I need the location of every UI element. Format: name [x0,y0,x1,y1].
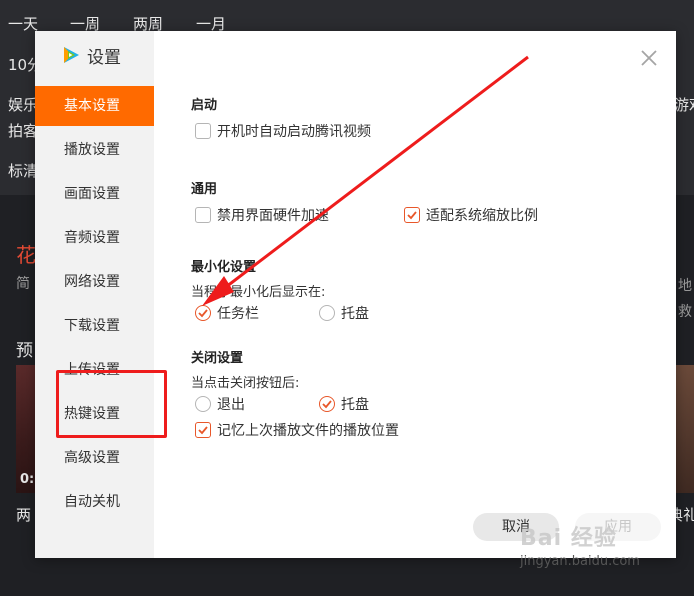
video-thumbnail[interactable] [676,365,694,493]
feature-title[interactable]: 花 [16,239,36,268]
disable-hw-accel-checkbox[interactable]: 禁用界面硬件加速 [195,205,329,225]
checkbox-unchecked-icon [195,207,211,223]
startup-section-title: 启动 [191,98,218,113]
auto-start-checkbox[interactable]: 开机时自动启动腾讯视频 [195,121,371,141]
bg-fragment: 拍客 [8,122,39,140]
fit-scale-label: 适配系统缩放比例 [426,208,538,224]
general-section-title: 通用 [191,182,218,197]
feature-subtitle: 简 [16,276,30,292]
close-section-title: 关闭设置 [191,351,244,366]
minimize-taskbar-radio[interactable]: 任务栏 [195,303,259,323]
apply-button[interactable]: 应用 [575,513,661,541]
nav-download-settings[interactable]: 下载设置 [35,306,154,346]
bg-fragment: 地 [678,278,692,294]
radio-selected-icon [195,305,211,321]
minimize-tray-radio[interactable]: 托盘 [319,303,369,323]
remember-position-label: 记忆上次播放文件的播放位置 [217,423,399,439]
disable-hw-accel-label: 禁用界面硬件加速 [217,208,329,224]
thumb-caption[interactable]: 两 [16,504,31,525]
minimize-taskbar-label: 任务栏 [217,306,259,322]
checkbox-checked-icon [404,207,420,223]
nav-basic-settings[interactable]: 基本设置 [35,86,154,126]
tencent-video-logo-icon [64,47,79,63]
minimize-prompt: 当程序最小化后显示在: [191,285,326,300]
radio-selected-icon [319,396,335,412]
close-tray-label: 托盘 [341,397,369,413]
nav-advanced-settings[interactable]: 高级设置 [35,438,154,478]
dialog-title-text: 设置 [87,47,121,68]
remember-position-checkbox[interactable]: 记忆上次播放文件的播放位置 [195,420,399,440]
radio-unselected-icon [319,305,335,321]
minimize-section-title: 最小化设置 [191,260,257,275]
close-prompt: 当点击关闭按钮后: [191,376,300,391]
bg-fragment: 标清 [8,162,39,180]
auto-start-label: 开机时自动启动腾讯视频 [217,124,371,140]
fit-scale-checkbox[interactable]: 适配系统缩放比例 [404,205,538,225]
radio-unselected-icon [195,396,211,412]
filter-day[interactable]: 一天 [8,13,38,34]
close-tray-radio[interactable]: 托盘 [319,394,369,414]
bg-fragment: 娱乐 [8,96,39,114]
nav-hotkey-settings[interactable]: 热键设置 [35,394,154,434]
bg-fragment: 救 [678,304,692,320]
nav-upload-settings[interactable]: 上传设置 [35,350,154,390]
nav-playback-settings[interactable]: 播放设置 [35,130,154,170]
thumb-duration: 0: [20,472,35,487]
bg-fragment: 游戏 [674,96,694,114]
nav-display-settings[interactable]: 画面设置 [35,174,154,214]
cancel-button[interactable]: 取消 [473,513,559,541]
nav-audio-settings[interactable]: 音频设置 [35,218,154,258]
nav-network-settings[interactable]: 网络设置 [35,262,154,302]
close-icon[interactable] [640,49,658,67]
close-exit-label: 退出 [217,397,245,413]
close-exit-radio[interactable]: 退出 [195,394,245,414]
dialog-title: 设置 [61,43,121,68]
nav-auto-shutdown[interactable]: 自动关机 [35,482,154,522]
checkbox-unchecked-icon [195,123,211,139]
settings-dialog: 设置 基本设置 播放设置 画面设置 音频设置 网络设置 下载设置 上传设置 热键… [35,31,676,558]
checkbox-checked-icon [195,422,211,438]
minimize-tray-label: 托盘 [341,306,369,322]
settings-sidebar: 设置 基本设置 播放设置 画面设置 音频设置 网络设置 下载设置 上传设置 热键… [35,31,154,558]
section-label: 预 [16,341,33,361]
